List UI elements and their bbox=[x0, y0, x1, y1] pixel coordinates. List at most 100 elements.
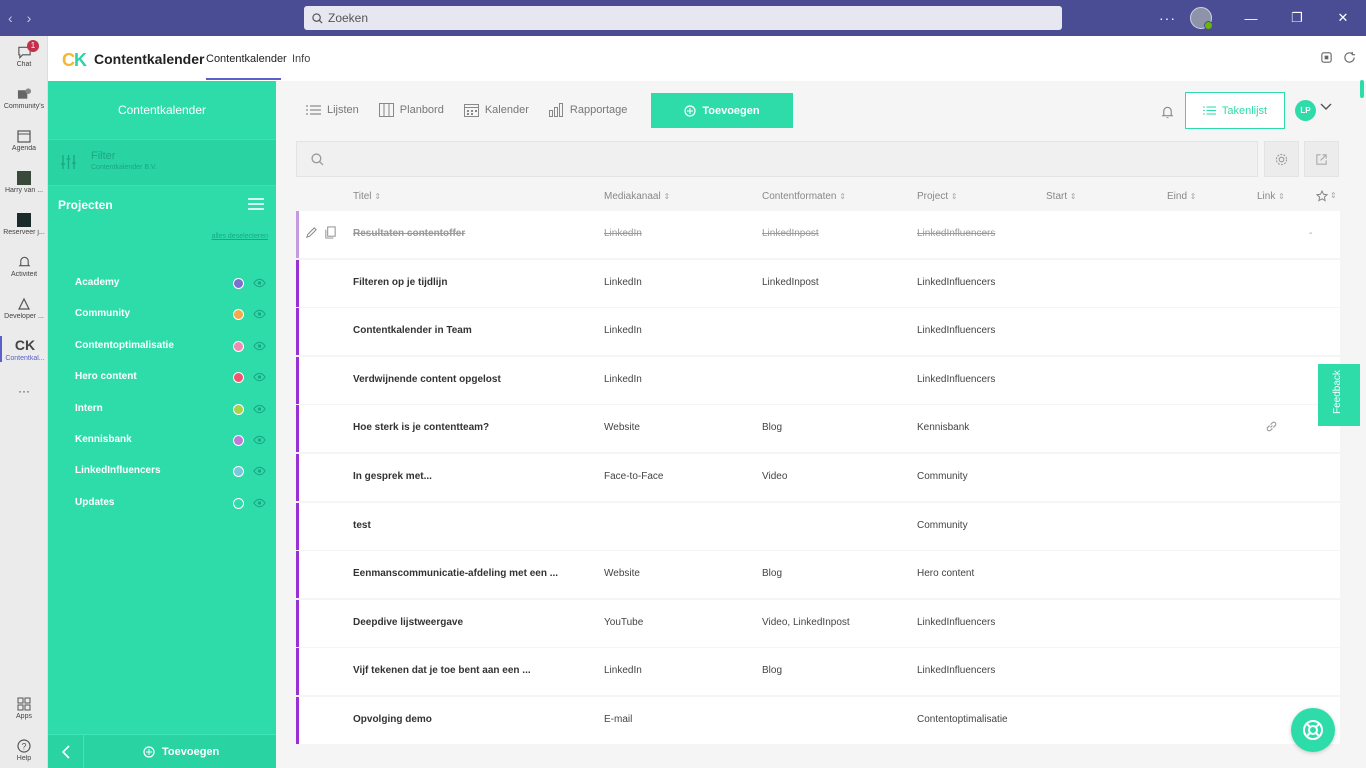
cell-title[interactable]: Contentkalender in Team bbox=[353, 325, 472, 336]
settings-button[interactable] bbox=[1264, 141, 1299, 177]
link-icon[interactable] bbox=[1265, 420, 1278, 433]
export-button[interactable] bbox=[1304, 141, 1339, 177]
column-header[interactable]: Mediakanaal ⇕ bbox=[604, 191, 670, 202]
project-color-dot[interactable] bbox=[233, 497, 244, 509]
refresh-icon[interactable] bbox=[1343, 51, 1356, 64]
search-input[interactable]: Zoeken bbox=[304, 6, 1062, 30]
project-item[interactable]: Hero content bbox=[48, 368, 276, 388]
eye-icon[interactable] bbox=[253, 309, 266, 319]
project-item[interactable]: LinkedInfluencers bbox=[48, 462, 276, 482]
forward-arrow-icon[interactable]: › bbox=[27, 10, 32, 26]
eye-icon[interactable] bbox=[253, 435, 266, 445]
table-row[interactable]: In gesprek met... Face-to-Face Video Commun… bbox=[296, 454, 1340, 501]
column-header[interactable]: Eind ⇕ bbox=[1167, 191, 1197, 202]
cell-title[interactable]: In gesprek met... bbox=[353, 471, 432, 482]
cell-title[interactable]: test bbox=[353, 520, 371, 531]
column-header[interactable]: Contentformaten ⇕ bbox=[762, 191, 846, 202]
eye-icon[interactable] bbox=[253, 372, 266, 382]
user-initials-avatar[interactable]: LP bbox=[1295, 100, 1316, 121]
table-row[interactable]: Hoe sterk is je contentteam? Website Blog K… bbox=[296, 405, 1340, 453]
scrollbar-thumb[interactable] bbox=[1360, 80, 1364, 98]
view-lijsten[interactable]: Lijsten bbox=[306, 103, 359, 117]
eye-icon[interactable] bbox=[253, 498, 266, 508]
view-rapportage[interactable]: Rapportage bbox=[548, 103, 627, 117]
rail-item-communities[interactable]: Community's bbox=[0, 86, 48, 110]
project-color-dot[interactable] bbox=[233, 466, 244, 478]
eye-icon[interactable] bbox=[253, 278, 266, 288]
cell-title[interactable]: Deepdive lijstweergave bbox=[353, 617, 463, 628]
cell-title[interactable]: Resultaten contentoffer bbox=[353, 228, 465, 239]
user-avatar[interactable] bbox=[1190, 7, 1213, 30]
rail-item-activity[interactable]: Activiteit bbox=[0, 254, 48, 278]
project-item[interactable]: Updates bbox=[48, 494, 276, 514]
cell-title[interactable]: Filteren op je tijdlijn bbox=[353, 277, 447, 288]
star-icon[interactable] bbox=[1316, 190, 1328, 202]
eye-icon[interactable] bbox=[253, 341, 266, 351]
column-header[interactable]: Project ⇕ bbox=[917, 191, 958, 202]
rail-item-apps[interactable]: Apps bbox=[0, 696, 48, 720]
edit-pencil-icon[interactable] bbox=[305, 226, 318, 239]
help-fab-button[interactable] bbox=[1291, 708, 1335, 752]
back-arrow-icon[interactable]: ‹ bbox=[8, 10, 13, 26]
rail-more-icon[interactable]: ··· bbox=[0, 384, 48, 398]
rail-item-agenda[interactable]: Agenda bbox=[0, 128, 48, 152]
project-color-dot[interactable] bbox=[233, 309, 244, 321]
project-item[interactable]: Intern bbox=[48, 400, 276, 420]
rail-item-chat[interactable]: 1 Chat bbox=[0, 40, 48, 68]
table-row[interactable]: Vijf tekenen dat je toe bent aan een ...… bbox=[296, 648, 1340, 696]
cell-title[interactable]: Verdwijnende content opgelost bbox=[353, 374, 501, 385]
rail-item-reserveer[interactable]: Reserveer j... bbox=[0, 212, 48, 236]
rail-item-contentkalender[interactable]: CK Contentkal... bbox=[0, 336, 48, 362]
project-item[interactable]: Kennisbank bbox=[48, 431, 276, 451]
restore-icon[interactable]: ❐ bbox=[1274, 10, 1320, 26]
rail-item-harry[interactable]: Harry van ... bbox=[0, 170, 48, 194]
project-color-dot[interactable] bbox=[233, 340, 244, 352]
table-row[interactable]: Opvolging demo E-mail Contentoptimalisatie bbox=[296, 697, 1340, 744]
tab-info[interactable]: Info bbox=[292, 53, 310, 65]
table-row[interactable]: Filteren op je tijdlijn LinkedIn LinkedInp… bbox=[296, 259, 1340, 307]
rail-item-developer[interactable]: Developer ... bbox=[0, 296, 48, 320]
eye-icon[interactable] bbox=[253, 404, 266, 414]
column-header[interactable]: Start ⇕ bbox=[1046, 191, 1077, 202]
view-kalender[interactable]: Kalender bbox=[463, 103, 529, 117]
table-row[interactable]: Contentkalender in Team LinkedIn LinkedInf… bbox=[296, 308, 1340, 356]
project-color-dot[interactable] bbox=[233, 372, 244, 384]
project-color-dot[interactable] bbox=[233, 435, 244, 446]
project-color-dot[interactable] bbox=[233, 403, 244, 415]
popout-icon[interactable] bbox=[1320, 51, 1333, 64]
more-options-icon[interactable]: ··· bbox=[1159, 10, 1176, 26]
deselect-all-link[interactable]: alles deselecteren bbox=[212, 233, 268, 240]
project-item[interactable]: Contentoptimalisatie bbox=[48, 337, 276, 357]
column-header[interactable]: Link ⇕ bbox=[1257, 191, 1285, 202]
cell-title[interactable]: Hoe sterk is je contentteam? bbox=[353, 422, 489, 433]
eye-icon[interactable] bbox=[253, 466, 266, 476]
table-row[interactable]: Eenmanscommunicatie-afdeling met een ...… bbox=[296, 551, 1340, 599]
table-search-input[interactable] bbox=[296, 141, 1258, 177]
collapse-sidebar-button[interactable] bbox=[48, 735, 84, 768]
minimize-icon[interactable]: — bbox=[1228, 11, 1274, 26]
rail-item-help[interactable]: ? Help bbox=[0, 738, 48, 762]
table-row[interactable]: Resultaten contentoffer LinkedIn LinkedInp… bbox=[296, 211, 1340, 258]
notification-bell-icon[interactable] bbox=[1161, 105, 1174, 119]
column-header[interactable]: Titel ⇕ bbox=[353, 191, 381, 202]
project-color-dot[interactable] bbox=[233, 278, 244, 289]
table-row[interactable]: test Community bbox=[296, 502, 1340, 550]
chevron-down-icon[interactable] bbox=[1320, 103, 1332, 111]
sidebar-add-button[interactable]: Toevoegen bbox=[143, 746, 219, 758]
view-planbord[interactable]: Planbord bbox=[378, 103, 444, 117]
add-content-button[interactable]: Toevoegen bbox=[651, 93, 793, 128]
cell-title[interactable]: Opvolging demo bbox=[353, 714, 432, 725]
tasklist-button[interactable]: Takenlijst bbox=[1185, 92, 1285, 129]
feedback-tab[interactable]: Feedback bbox=[1318, 364, 1360, 426]
tab-contentkalender[interactable]: Contentkalender bbox=[206, 53, 287, 65]
close-icon[interactable]: ✕ bbox=[1320, 10, 1366, 26]
copy-icon[interactable] bbox=[324, 226, 337, 239]
star-sort-glyph[interactable]: ⇕ bbox=[1330, 191, 1337, 200]
hamburger-menu-icon[interactable] bbox=[248, 197, 264, 211]
filter-panel[interactable]: Filter Contentkalender B.V. bbox=[48, 139, 276, 186]
cell-title[interactable]: Vijf tekenen dat je toe bent aan een ... bbox=[353, 665, 531, 676]
project-item[interactable]: Community bbox=[48, 305, 276, 325]
cell-title[interactable]: Eenmanscommunicatie-afdeling met een ... bbox=[353, 568, 558, 579]
table-row[interactable]: Deepdive lijstweergave YouTube Video, Link… bbox=[296, 599, 1340, 647]
table-row[interactable]: Verdwijnende content opgelost LinkedIn Lin… bbox=[296, 356, 1340, 404]
